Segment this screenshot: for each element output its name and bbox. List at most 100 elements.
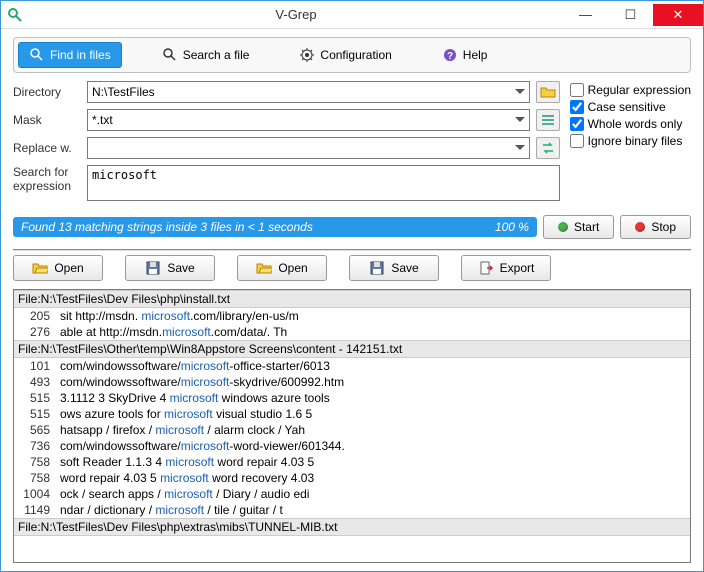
result-line[interactable]: 5153.1112 3 SkyDrive 4 microsoft windows… <box>14 390 690 406</box>
search-expression-input[interactable] <box>87 165 560 201</box>
main-toolbar: Find in files Search a file Configuratio… <box>13 37 691 73</box>
divider <box>13 249 691 251</box>
line-text: com/windowssoftware/microsoft-skydrive/6… <box>60 375 686 389</box>
directory-label: Directory <box>13 85 81 99</box>
stop-button[interactable]: Stop <box>620 215 691 239</box>
case-label: Case sensitive <box>588 100 666 114</box>
case-checkbox-row[interactable]: Case sensitive <box>570 100 691 114</box>
line-text: sit http://msdn. microsoft.com/library/e… <box>60 309 686 323</box>
line-number: 1004 <box>18 487 60 501</box>
highlight: microsoft <box>165 455 214 469</box>
line-text: com/windowssoftware/microsoft-office-sta… <box>60 359 686 373</box>
stop-icon <box>635 222 645 232</box>
result-line[interactable]: 758 word repair 4.03 5 microsoft word re… <box>14 470 690 486</box>
regex-label: Regular expression <box>588 83 691 97</box>
search-a-file-tab[interactable]: Search a file <box>152 42 260 68</box>
binary-label: Ignore binary files <box>588 134 683 148</box>
configuration-tab[interactable]: Configuration <box>289 42 401 68</box>
result-file-header[interactable]: File:N:\TestFiles\Other\temp\Win8Appstor… <box>14 340 690 358</box>
export-label: Export <box>500 261 535 275</box>
replace-input[interactable] <box>87 137 530 159</box>
search-tab-label: Search a file <box>183 48 250 62</box>
regex-checkbox-row[interactable]: Regular expression <box>570 83 691 97</box>
line-text: able at http://msdn.microsoft.com/data/.… <box>60 325 686 339</box>
mask-input[interactable] <box>87 109 530 131</box>
whole-checkbox-row[interactable]: Whole words only <box>570 117 691 131</box>
highlight: microsoft <box>155 423 204 437</box>
find-in-files-tab[interactable]: Find in files <box>18 42 122 68</box>
line-number: 205 <box>18 309 60 323</box>
browse-folder-button[interactable] <box>536 81 560 103</box>
svg-text:?: ? <box>447 51 453 62</box>
whole-checkbox[interactable] <box>570 117 584 131</box>
whole-label: Whole words only <box>588 117 683 131</box>
line-number: 565 <box>18 423 60 437</box>
result-line[interactable]: 515ows azure tools for microsoft visual … <box>14 406 690 422</box>
line-text: word repair 4.03 5 microsoft word recove… <box>60 471 686 485</box>
result-line[interactable]: 101com/windowssoftware/microsoft-office-… <box>14 358 690 374</box>
open-button-2[interactable]: Open <box>237 255 327 281</box>
highlight: microsoft <box>170 391 219 405</box>
line-number: 493 <box>18 375 60 389</box>
replace-options-button[interactable] <box>536 137 560 159</box>
mask-options-button[interactable] <box>536 109 560 131</box>
status-percent: 100 % <box>495 220 529 234</box>
close-button[interactable]: ✕ <box>653 4 703 26</box>
save1-label: Save <box>167 261 194 275</box>
result-line[interactable]: 493com/windowssoftware/microsoft-skydriv… <box>14 374 690 390</box>
status-text: Found 13 matching strings inside 3 files… <box>21 220 313 234</box>
line-number: 515 <box>18 391 60 405</box>
result-line[interactable]: 205sit http://msdn. microsoft.com/librar… <box>14 308 690 324</box>
open2-label: Open <box>278 261 307 275</box>
highlight: microsoft <box>164 487 213 501</box>
result-file-header[interactable]: File:N:\TestFiles\Dev Files\php\install.… <box>14 290 690 308</box>
start-icon <box>558 222 568 232</box>
save2-label: Save <box>391 261 418 275</box>
regex-checkbox[interactable] <box>570 83 584 97</box>
open-button-1[interactable]: Open <box>13 255 103 281</box>
result-line[interactable]: 276able at http://msdn.microsoft.com/dat… <box>14 324 690 340</box>
result-line[interactable]: 758soft Reader 1.1.3 4 microsoft word re… <box>14 454 690 470</box>
save-button-1[interactable]: Save <box>125 255 215 281</box>
result-line[interactable]: 1149ndar / dictionary / microsoft / tile… <box>14 502 690 518</box>
line-text: ndar / dictionary / microsoft / tile / g… <box>60 503 686 517</box>
result-file-header[interactable]: File:N:\TestFiles\Dev Files\php\extras\m… <box>14 518 690 536</box>
binary-checkbox[interactable] <box>570 134 584 148</box>
highlight: microsoft <box>181 439 230 453</box>
help-tab-label: Help <box>463 48 488 62</box>
binary-checkbox-row[interactable]: Ignore binary files <box>570 134 691 148</box>
line-text: com/windowssoftware/microsoft-word-viewe… <box>60 439 686 453</box>
status-bar: Found 13 matching strings inside 3 files… <box>13 217 537 237</box>
config-tab-label: Configuration <box>320 48 391 62</box>
line-number: 515 <box>18 407 60 421</box>
result-line[interactable]: 565hatsapp / firefox / microsoft / alarm… <box>14 422 690 438</box>
case-checkbox[interactable] <box>570 100 584 114</box>
highlight: microsoft <box>155 503 204 517</box>
titlebar[interactable]: V-Grep — ☐ ✕ <box>1 1 703 29</box>
directory-input[interactable] <box>87 81 530 103</box>
line-number: 758 <box>18 455 60 469</box>
start-button[interactable]: Start <box>543 215 614 239</box>
line-text: soft Reader 1.1.3 4 microsoft word repai… <box>60 455 686 469</box>
result-line[interactable]: 736com/windowssoftware/microsoft-word-vi… <box>14 438 690 454</box>
highlight: microsoft <box>160 471 209 485</box>
highlight: microsoft <box>181 375 230 389</box>
help-tab[interactable]: ? Help <box>432 42 498 68</box>
export-button[interactable]: Export <box>461 255 551 281</box>
minimize-button[interactable]: — <box>563 4 608 26</box>
line-number: 736 <box>18 439 60 453</box>
result-line[interactable]: 1004ock / search apps / microsoft / Diar… <box>14 486 690 502</box>
line-number: 758 <box>18 471 60 485</box>
mask-label: Mask <box>13 113 81 127</box>
find-tab-label: Find in files <box>50 48 111 62</box>
maximize-button[interactable]: ☐ <box>608 4 653 26</box>
line-text: hatsapp / firefox / microsoft / alarm cl… <box>60 423 686 437</box>
line-number: 101 <box>18 359 60 373</box>
highlight: microsoft <box>181 359 230 373</box>
save-button-2[interactable]: Save <box>349 255 439 281</box>
line-number: 1149 <box>18 503 60 517</box>
results-panel[interactable]: File:N:\TestFiles\Dev Files\php\install.… <box>13 289 691 563</box>
highlight: microsoft <box>162 325 211 339</box>
line-text: 3.1112 3 SkyDrive 4 microsoft windows az… <box>60 391 686 405</box>
app-icon <box>7 7 23 23</box>
